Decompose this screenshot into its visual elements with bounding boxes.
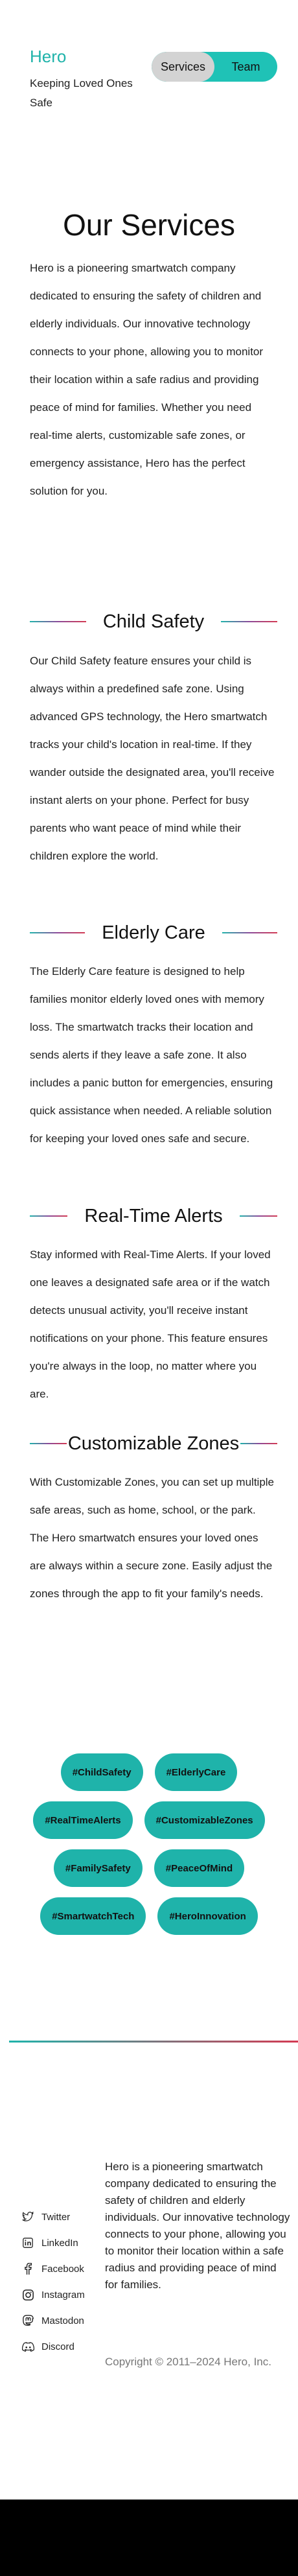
tag-row: #SmartwatchTech #HeroInnovation xyxy=(0,1897,298,1935)
tag-customizable-zones[interactable]: #CustomizableZones xyxy=(144,1801,265,1839)
section-text-real-time-alerts: Stay informed with Real-Time Alerts. If … xyxy=(30,1248,271,1400)
tag-row: #FamilySafety #PeaceOfMind xyxy=(0,1849,298,1887)
section-title: Child Safety xyxy=(102,611,205,632)
tag-child-safety[interactable]: #ChildSafety xyxy=(60,1753,143,1791)
tag-smartwatch-tech[interactable]: #SmartwatchTech xyxy=(40,1897,146,1935)
site-header: Hero Keeping Loved Ones Safe Services Te… xyxy=(0,0,298,109)
tag-hero-innovation[interactable]: #HeroInnovation xyxy=(157,1897,258,1935)
toggle-team-button[interactable]: Team xyxy=(214,52,277,82)
toggle-services-button[interactable]: Services xyxy=(152,52,214,82)
social-link-twitter[interactable]: Twitter xyxy=(19,2204,85,2230)
bottom-bar xyxy=(0,2500,298,2576)
heading-divider-left xyxy=(30,932,86,933)
hashtag-cloud: #ChildSafety #ElderlyCare #RealTimeAlert… xyxy=(0,1753,298,1945)
instagram-icon xyxy=(19,2288,36,2301)
section-heading-child-safety: Child Safety xyxy=(30,609,278,635)
social-label: Mastodon xyxy=(41,2315,84,2326)
section-title: Real-Time Alerts xyxy=(84,1205,223,1226)
tag-row: #ChildSafety #ElderlyCare xyxy=(0,1753,298,1791)
section-text-elderly-care: The Elderly Care feature is designed to … xyxy=(30,965,273,1145)
section-text-customizable-zones: With Customizable Zones, you can set up … xyxy=(30,1476,275,1600)
heading-divider-right xyxy=(221,621,278,622)
logo[interactable]: Hero xyxy=(30,47,66,67)
twitter-icon xyxy=(19,2210,36,2223)
tagline: Keeping Loved Ones Safe xyxy=(30,77,133,109)
section-text-child-safety: Our Child Safety feature ensures your ch… xyxy=(30,655,275,862)
footer-divider xyxy=(9,2041,298,2043)
section-title: Elderly Care xyxy=(102,922,205,943)
section-title: Customizable Zones xyxy=(67,1433,240,1454)
tag-family-safety[interactable]: #FamilySafety xyxy=(53,1849,143,1887)
facebook-icon xyxy=(19,2262,36,2275)
linkedin-icon xyxy=(19,2236,36,2249)
heading-divider-right xyxy=(239,1215,278,1217)
social-link-discord[interactable]: Discord xyxy=(19,2334,85,2359)
social-label: LinkedIn xyxy=(41,2237,78,2249)
intro-text: Hero is a pioneering smartwatch company … xyxy=(30,262,264,497)
page-title: Our Services xyxy=(63,208,235,242)
section-heading-customizable-zones: Customizable Zones xyxy=(30,1431,277,1457)
tag-row: #RealTimeAlerts #CustomizableZones xyxy=(0,1801,298,1839)
tag-real-time-alerts[interactable]: #RealTimeAlerts xyxy=(33,1801,133,1839)
discord-icon xyxy=(19,2340,36,2353)
social-link-mastodon[interactable]: Mastodon xyxy=(19,2308,85,2334)
heading-divider-right xyxy=(240,1443,277,1444)
heading-divider-left xyxy=(30,1215,68,1217)
mastodon-icon xyxy=(19,2314,36,2327)
social-label: Facebook xyxy=(41,2263,84,2275)
social-label: Discord xyxy=(41,2341,74,2352)
social-link-linkedin[interactable]: LinkedIn xyxy=(19,2230,85,2256)
tag-elderly-care[interactable]: #ElderlyCare xyxy=(154,1753,238,1791)
copyright: Copyright © 2011–2024 Hero, Inc. xyxy=(105,2356,271,2368)
section-heading-elderly-care: Elderly Care xyxy=(30,920,277,946)
social-links: Twitter LinkedIn Facebook Instagram Mast… xyxy=(19,2204,85,2359)
social-label: Instagram xyxy=(41,2289,85,2301)
social-link-facebook[interactable]: Facebook xyxy=(19,2256,85,2282)
footer-about-text: Hero is a pioneering smartwatch company … xyxy=(105,2160,290,2291)
tag-peace-of-mind[interactable]: #PeaceOfMind xyxy=(154,1849,245,1887)
heading-divider-right xyxy=(222,932,277,933)
heading-divider-left xyxy=(30,621,86,622)
social-link-instagram[interactable]: Instagram xyxy=(19,2282,85,2308)
page-toggle: Services Team xyxy=(152,52,277,82)
heading-divider-left xyxy=(30,1443,67,1444)
social-label: Twitter xyxy=(41,2211,71,2223)
section-heading-real-time-alerts: Real-Time Alerts xyxy=(30,1203,278,1229)
